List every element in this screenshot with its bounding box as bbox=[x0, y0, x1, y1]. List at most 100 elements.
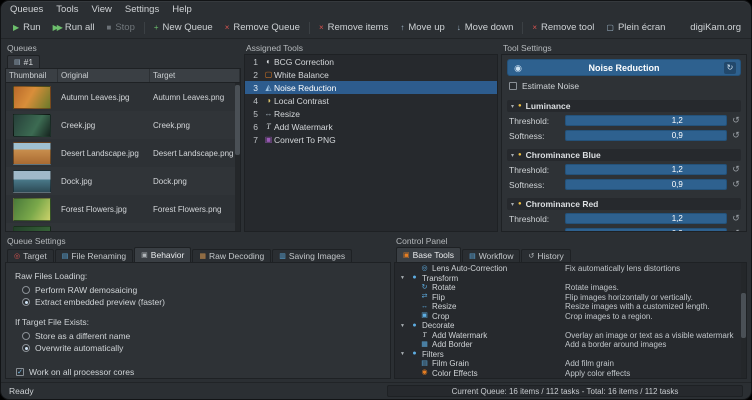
luminance-section-header[interactable]: ▾ ● Luminance bbox=[507, 100, 741, 112]
tool-row-add-border[interactable]: ▦ Add Border Add a border around images bbox=[395, 340, 746, 350]
move-up-button[interactable]: ↑ Move up bbox=[394, 20, 450, 35]
menu-tools[interactable]: Tools bbox=[56, 4, 78, 15]
tab-base-tools[interactable]: ▣ Base Tools bbox=[396, 247, 461, 262]
toolbar-separator bbox=[144, 22, 145, 34]
group-name: Filters bbox=[422, 350, 444, 359]
chrominance-blue-section-header[interactable]: ▾ ● Chrominance Blue bbox=[507, 149, 741, 161]
queue-row-dock[interactable]: Dock.jpg Dock.png bbox=[6, 167, 240, 195]
chrominance-red-softness-slider[interactable]: 0,9 bbox=[565, 228, 727, 232]
expander-icon[interactable]: ▼ bbox=[400, 275, 407, 281]
control-panel-scrollbar[interactable] bbox=[741, 263, 746, 378]
assigned-tool-resize[interactable]: 5 ↔ Resize bbox=[245, 107, 497, 120]
reset-icon[interactable]: ↺ bbox=[731, 179, 741, 190]
chrominance-red-section-header[interactable]: ▾ ● Chrominance Red bbox=[507, 198, 741, 210]
reset-icon[interactable]: ↺ bbox=[731, 213, 741, 224]
col-target[interactable]: Target bbox=[150, 69, 240, 82]
remove-queue-icon: × bbox=[225, 24, 230, 32]
menu-help[interactable]: Help bbox=[172, 4, 192, 15]
col-original[interactable]: Original bbox=[58, 69, 150, 82]
queue-row-forest[interactable]: Forest.jpg Forest.png bbox=[6, 223, 240, 231]
queue-items-table: Thumbnail Original Target Autumn Leaves.… bbox=[5, 68, 241, 232]
queue-tab-1[interactable]: ▤ #1 bbox=[7, 55, 40, 68]
reset-icon[interactable]: ↺ bbox=[731, 164, 741, 175]
tool-row-color-effects[interactable]: ◉ Color Effects Apply color effects bbox=[395, 369, 746, 379]
scrollbar-thumb[interactable] bbox=[741, 293, 746, 338]
tool-row-rotate[interactable]: ↻ Rotate Rotate images. bbox=[395, 283, 746, 293]
radio-button[interactable] bbox=[22, 298, 30, 306]
tool-row-lens-auto-correction[interactable]: ◎ Lens Auto-Correction Fix automatically… bbox=[395, 264, 746, 274]
menu-view[interactable]: View bbox=[91, 4, 111, 15]
tool-row-crop[interactable]: ▣ Crop Crop images to a region. bbox=[395, 312, 746, 322]
move-down-button[interactable]: ↓ Move down bbox=[451, 20, 520, 35]
tool-index: 4 bbox=[248, 96, 258, 106]
col-thumbnail[interactable]: Thumbnail bbox=[6, 69, 58, 82]
tool-row-flip[interactable]: ⇄ Flip Flip images horizontally or verti… bbox=[395, 293, 746, 303]
queue-row-forest-flowers[interactable]: Forest Flowers.jpg Forest Flowers.png bbox=[6, 195, 240, 223]
option-perform-raw-demosaicing[interactable]: Perform RAW demosaicing bbox=[15, 284, 381, 296]
tool-index: 2 bbox=[248, 70, 258, 80]
run-button[interactable]: ▶ Run bbox=[7, 20, 47, 35]
luminance-softness-slider[interactable]: 0,9 bbox=[565, 130, 727, 141]
assigned-tool-convert-to-png[interactable]: 7 ▣ Convert To PNG bbox=[245, 133, 497, 146]
remove-items-button[interactable]: × Remove items bbox=[313, 20, 394, 35]
expander-icon[interactable]: ▼ bbox=[400, 351, 407, 357]
menu-queues[interactable]: Queues bbox=[10, 4, 43, 15]
tool-row-film-grain[interactable]: ▤ Film Grain Add film grain bbox=[395, 359, 746, 369]
option-store-different-name[interactable]: Store as a different name bbox=[15, 330, 381, 342]
reset-icon[interactable]: ↺ bbox=[731, 130, 741, 141]
group-row-transform[interactable]: ▼ ● Transform bbox=[395, 274, 746, 284]
run-label: Run bbox=[23, 22, 40, 33]
remove-queue-button[interactable]: × Remove Queue bbox=[219, 20, 306, 35]
reset-icon[interactable]: ↺ bbox=[731, 115, 741, 126]
luminance-threshold-slider[interactable]: 1,2 bbox=[565, 115, 727, 126]
tab-target[interactable]: ◎ Target bbox=[7, 249, 54, 262]
menu-settings[interactable]: Settings bbox=[125, 4, 159, 15]
queue-row-desert-landscape[interactable]: Desert Landscape.jpg Desert Landscape.pn… bbox=[6, 139, 240, 167]
creek-thumbnail bbox=[13, 114, 51, 137]
reset-icon[interactable]: ↺ bbox=[731, 228, 741, 232]
queue-row-creek[interactable]: Creek.jpg Creek.png bbox=[6, 111, 240, 139]
queues-scrollbar[interactable] bbox=[235, 83, 240, 231]
estimate-noise-checkbox[interactable] bbox=[509, 82, 517, 90]
tool-row-resize[interactable]: ↔ Resize Resize images with a customized… bbox=[395, 302, 746, 312]
new-queue-button[interactable]: + New Queue bbox=[148, 20, 219, 35]
stop-button[interactable]: ■ Stop bbox=[100, 20, 140, 35]
tab-file-renaming[interactable]: ▤ File Renaming bbox=[55, 249, 133, 262]
radio-button[interactable] bbox=[22, 286, 30, 294]
radio-button[interactable] bbox=[22, 332, 30, 340]
assigned-tool-add-watermark[interactable]: 6 T Add Watermark bbox=[245, 120, 497, 133]
tab-history[interactable]: ↺ History bbox=[521, 249, 570, 262]
tab-saving-images[interactable]: ▥ Saving Images bbox=[272, 249, 352, 262]
tab-workflow[interactable]: ▤ Workflow bbox=[462, 249, 520, 262]
tool-settings-panel: Tool Settings ◉ Noise Reduction ↻ Estima… bbox=[501, 42, 747, 232]
group-row-filters[interactable]: ▼ ● Filters bbox=[395, 350, 746, 360]
radio-button[interactable] bbox=[22, 344, 30, 352]
option-extract-embedded-preview[interactable]: Extract embedded preview (faster) bbox=[15, 296, 381, 308]
tool-reset-icon[interactable]: ↻ bbox=[724, 62, 736, 74]
assigned-tool-local-contrast[interactable]: 4 ◑ Local Contrast bbox=[245, 94, 497, 107]
desert-landscape-thumbnail bbox=[13, 142, 51, 165]
tab-label: Raw Decoding bbox=[209, 251, 264, 261]
tool-row-add-watermark[interactable]: T Add Watermark Overlay an image or text… bbox=[395, 331, 746, 341]
tab-raw-decoding[interactable]: ▦ Raw Decoding bbox=[192, 249, 271, 262]
option-work-all-cores[interactable]: ✓ Work on all processor cores bbox=[15, 366, 381, 378]
assigned-tool-noise-reduction[interactable]: 3 ◭ Noise Reduction bbox=[245, 81, 497, 94]
group-row-decorate[interactable]: ▼ ● Decorate bbox=[395, 321, 746, 331]
queue-row-autumn-leaves[interactable]: Autumn Leaves.jpg Autumn Leaves.png bbox=[6, 83, 240, 111]
flip-icon: ⇄ bbox=[420, 293, 429, 301]
run-all-button[interactable]: ▶▶ Run all bbox=[47, 20, 101, 35]
assigned-tool-bcg-correction[interactable]: 1 ◐ BCG Correction bbox=[245, 55, 497, 68]
remove-tool-button[interactable]: × Remove tool bbox=[526, 20, 600, 35]
cores-checkbox[interactable]: ✓ bbox=[16, 368, 24, 376]
fullscreen-button[interactable]: ▢ Plein écran bbox=[600, 20, 671, 35]
tab-behavior[interactable]: ▣ Behavior bbox=[134, 247, 191, 262]
queue-tab-bar: ▤ #1 bbox=[5, 54, 241, 68]
expander-icon[interactable]: ▼ bbox=[400, 323, 407, 329]
chrominance-red-threshold-slider[interactable]: 1,2 bbox=[565, 213, 727, 224]
chrominance-blue-softness-slider[interactable]: 0,9 bbox=[565, 179, 727, 190]
assigned-tool-white-balance[interactable]: 2 ▢ White Balance bbox=[245, 68, 497, 81]
chrominance-blue-threshold-slider[interactable]: 1,2 bbox=[565, 164, 727, 175]
tab-label: Target bbox=[23, 251, 47, 261]
scrollbar-thumb[interactable] bbox=[235, 85, 240, 155]
option-overwrite-automatically[interactable]: Overwrite automatically bbox=[15, 342, 381, 354]
